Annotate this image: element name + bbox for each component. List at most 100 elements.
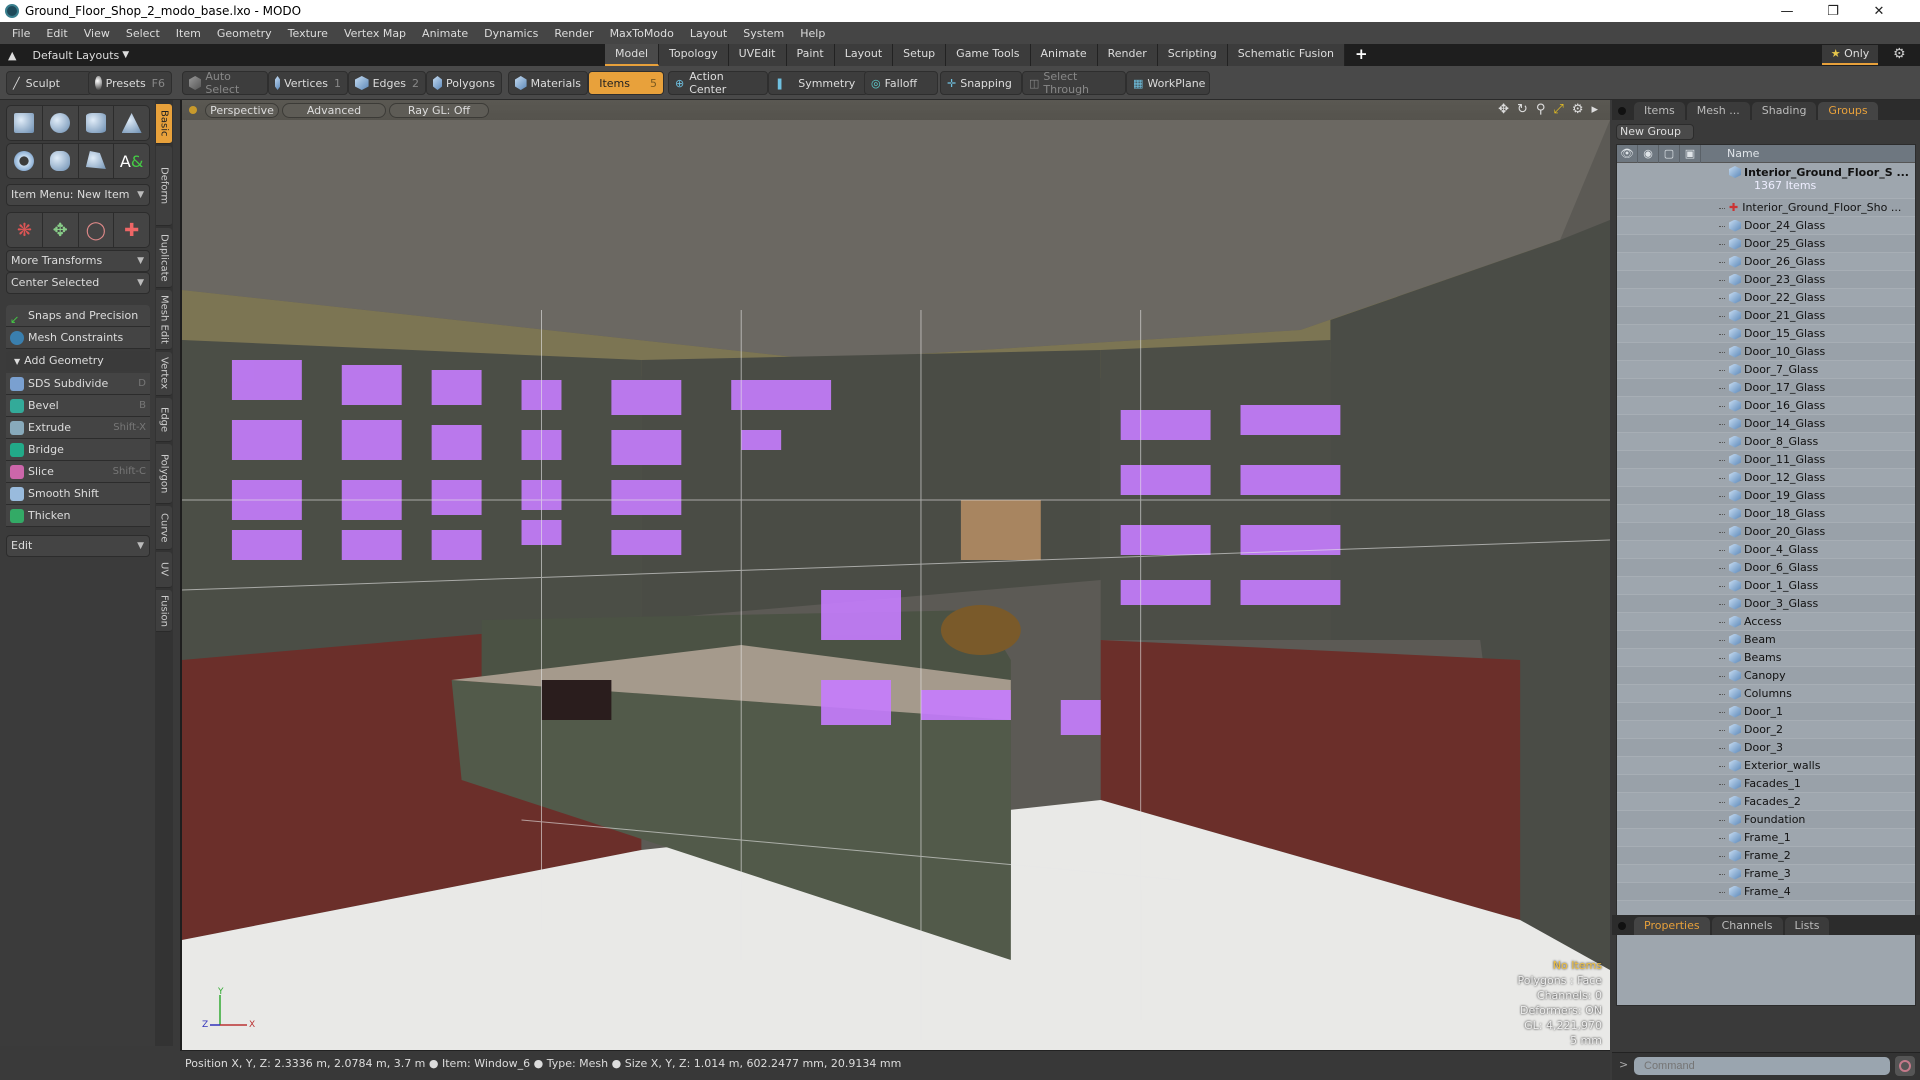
layout-tab-schematic-fusion[interactable]: Schematic Fusion [1227, 44, 1346, 66]
vtab-edge[interactable]: Edge [156, 398, 172, 442]
presets-button[interactable]: Presets F6 [88, 71, 172, 95]
text-tool-button[interactable]: A& [114, 144, 149, 178]
add-geometry-header[interactable]: ▼ Add Geometry [6, 351, 150, 371]
snaps-precision-button[interactable]: ↙ Snaps and Precision [6, 305, 150, 327]
tree-item-row[interactable]: Door_16_Glass [1617, 397, 1915, 415]
polygons-button[interactable]: Polygons [426, 71, 502, 95]
tool-slice[interactable]: Slice Shift-C [6, 461, 150, 483]
vtab-fusion[interactable]: Fusion [156, 590, 172, 632]
cylinder-primitive-button[interactable] [79, 106, 115, 140]
group-row[interactable]: Interior_Ground_Floor_S ... 1367 Items [1617, 163, 1915, 199]
panel-tab-groups[interactable]: Groups [1818, 102, 1878, 120]
menu-file[interactable]: File [4, 27, 38, 40]
layout-tab-game-tools[interactable]: Game Tools [946, 44, 1031, 66]
new-group-button[interactable]: New Group [1616, 124, 1694, 140]
layout-tab-paint[interactable]: Paint [786, 44, 835, 66]
tree-item-row[interactable]: Door_23_Glass [1617, 271, 1915, 289]
name-column-header[interactable]: Name [1727, 147, 1759, 160]
tree-item-row[interactable]: Door_1_Glass [1617, 577, 1915, 595]
vtab-deform[interactable]: Deform [156, 146, 172, 226]
tree-item-row[interactable]: Door_8_Glass [1617, 433, 1915, 451]
auto-select-button[interactable]: Auto Select [182, 70, 268, 96]
only-favorites-toggle[interactable]: ★ Only [1822, 45, 1878, 65]
menu-system[interactable]: System [735, 27, 792, 40]
tree-item-row[interactable]: Door_25_Glass [1617, 235, 1915, 253]
menu-geometry[interactable]: Geometry [209, 27, 280, 40]
tool-bevel[interactable]: Bevel B [6, 395, 150, 417]
panel-tab-shading[interactable]: Shading [1751, 102, 1817, 120]
record-macro-button[interactable] [1895, 1056, 1915, 1076]
3d-viewport[interactable]: Perspective Advanced Ray GL: Off ✥ ↻ ⚲ ⤢… [180, 100, 1610, 1050]
select-column-icon[interactable]: ▣ [1680, 145, 1701, 163]
panel-tab-channels[interactable]: Channels [1711, 917, 1783, 935]
vtab-curve[interactable]: Curve [156, 506, 172, 550]
render-column-icon[interactable]: ◉ [1638, 145, 1659, 163]
layout-tab-topology[interactable]: Topology [659, 44, 729, 66]
layout-tab-animate[interactable]: Animate [1030, 44, 1098, 66]
tree-item-row[interactable]: Door_21_Glass [1617, 307, 1915, 325]
minimize-button[interactable]: — [1764, 0, 1810, 22]
tree-item-row[interactable]: Frame_3 [1617, 865, 1915, 883]
menu-select[interactable]: Select [118, 27, 168, 40]
raygl-toggle[interactable]: Ray GL: Off [389, 102, 489, 118]
panel-tab-mesh[interactable]: Mesh ... [1686, 102, 1750, 120]
sphere-primitive-button[interactable] [43, 106, 79, 140]
edit-dropdown[interactable]: Edit ▼ [6, 535, 150, 557]
tree-item-row[interactable]: Columns [1617, 685, 1915, 703]
tree-item-row[interactable]: Frame_1 [1617, 829, 1915, 847]
tree-item-row[interactable]: Facades_2 [1617, 793, 1915, 811]
symmetry-button[interactable]: ❚ Symmetry [768, 71, 868, 95]
layout-tab-scripting[interactable]: Scripting [1157, 44, 1228, 66]
tree-item-row[interactable]: Frame_2 [1617, 847, 1915, 865]
more-transforms-dropdown[interactable]: More Transforms ▼ [6, 250, 150, 272]
capsule-primitive-button[interactable] [43, 144, 79, 178]
sculpt-button[interactable]: ╱ Sculpt [6, 71, 92, 95]
snapping-button[interactable]: ✛ Snapping [940, 71, 1022, 95]
action-center-button[interactable]: ⊕ Action Center [668, 70, 768, 96]
vtab-duplicate[interactable]: Duplicate [156, 228, 172, 288]
menu-help[interactable]: Help [792, 27, 833, 40]
tree-item-row[interactable]: Door_26_Glass [1617, 253, 1915, 271]
tree-item-row[interactable]: Door_15_Glass [1617, 325, 1915, 343]
tool-extrude[interactable]: Extrude Shift-X [6, 417, 150, 439]
center-selected-dropdown[interactable]: Center Selected ▼ [6, 272, 150, 294]
tree-item-row[interactable]: Door_7_Glass [1617, 361, 1915, 379]
tree-item-row[interactable]: Door_20_Glass [1617, 523, 1915, 541]
layout-tab-render[interactable]: Render [1097, 44, 1158, 66]
transform-tool-button[interactable]: ❋ [7, 213, 43, 247]
tree-item-row[interactable]: Foundation [1617, 811, 1915, 829]
vtab-mesh-edit[interactable]: Mesh Edit [156, 290, 172, 350]
tree-item-row[interactable]: Door_12_Glass [1617, 469, 1915, 487]
view-type-dropdown[interactable]: Perspective [205, 102, 279, 118]
menu-view[interactable]: View [76, 27, 118, 40]
menu-vertex-map[interactable]: Vertex Map [336, 27, 414, 40]
layout-tab-layout[interactable]: Layout [834, 44, 894, 66]
tool-bridge[interactable]: Bridge [6, 439, 150, 461]
pan-icon[interactable]: ✥ [1498, 102, 1509, 117]
orbit-icon[interactable]: ↻ [1517, 102, 1528, 117]
lock-column-icon[interactable]: ▢ [1659, 145, 1680, 163]
tree-item-row[interactable]: Door_4_Glass [1617, 541, 1915, 559]
locator-row[interactable]: ✚ Interior_Ground_Floor_Sho ... [1617, 199, 1915, 217]
tree-item-row[interactable]: Door_10_Glass [1617, 343, 1915, 361]
tree-item-row[interactable]: Door_14_Glass [1617, 415, 1915, 433]
tree-item-row[interactable]: Door_22_Glass [1617, 289, 1915, 307]
torus-primitive-button[interactable] [7, 144, 43, 178]
menu-texture[interactable]: Texture [280, 27, 336, 40]
maximize-icon[interactable]: ⤢ [1553, 102, 1563, 117]
panel-tab-items[interactable]: Items [1634, 102, 1685, 120]
workplane-button[interactable]: ▦ WorkPlane [1126, 71, 1210, 95]
menu-edit[interactable]: Edit [38, 27, 75, 40]
layout-tab-model[interactable]: Model [605, 44, 660, 66]
tool-sds-subdivide[interactable]: SDS Subdivide D [6, 373, 150, 395]
rotate-tool-button[interactable]: ◯ [79, 213, 115, 247]
restore-button[interactable]: ❐ [1810, 0, 1856, 22]
layout-tab-setup[interactable]: Setup [893, 44, 947, 66]
select-through-button[interactable]: ◫ Select Through [1022, 70, 1126, 96]
tree-item-row[interactable]: Door_2 [1617, 721, 1915, 739]
panel-tab-lists[interactable]: Lists [1784, 917, 1830, 935]
pen-tool-button[interactable] [79, 144, 115, 178]
tree-item-row[interactable]: Door_24_Glass [1617, 217, 1915, 235]
tree-item-row[interactable]: Door_3_Glass [1617, 595, 1915, 613]
command-input[interactable] [1634, 1057, 1890, 1075]
